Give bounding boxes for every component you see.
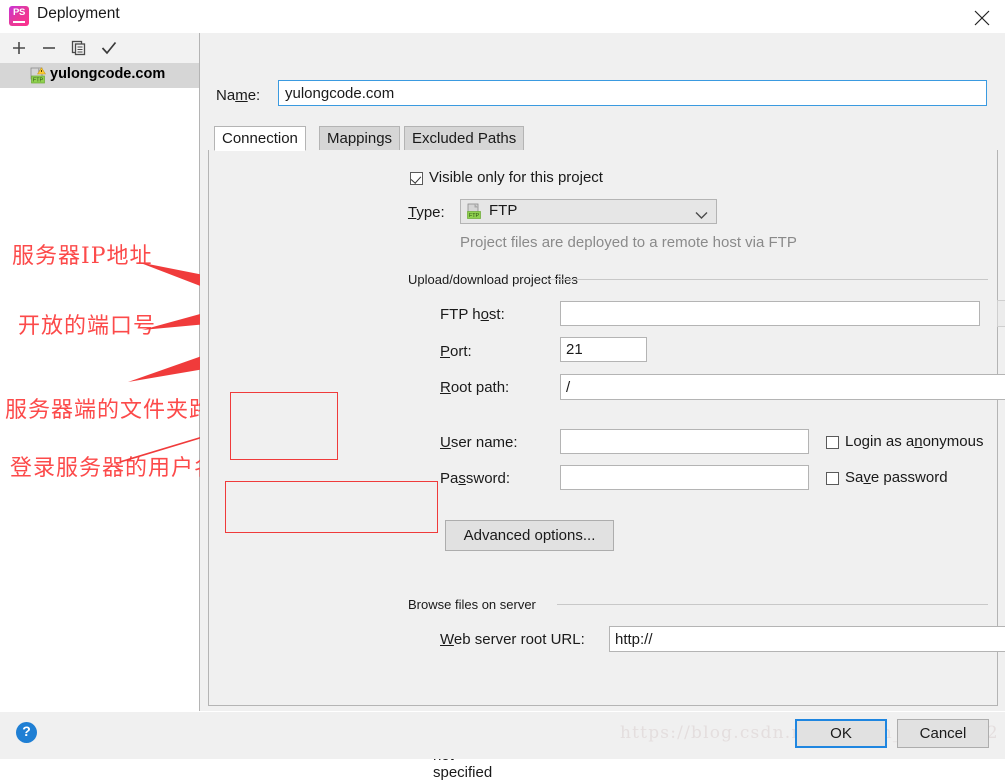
phpstorm-icon: PS — [9, 6, 29, 26]
check-glyph — [101, 41, 117, 55]
svg-text:FTP: FTP — [33, 78, 44, 84]
deployment-settings-panel: Name: Connection Mappings Excluded Paths… — [200, 33, 1005, 781]
plus-glyph — [13, 42, 25, 54]
port-label: Port: — [440, 343, 472, 360]
ftp-warning-icon: FTP — [30, 67, 47, 84]
window-title: Deployment — [37, 5, 120, 22]
user-name-label: User name: — [440, 434, 518, 451]
copy-icon[interactable] — [64, 33, 94, 62]
check-icon[interactable] — [94, 33, 124, 62]
chevron-down-glyph — [695, 212, 708, 219]
name-input[interactable] — [278, 80, 987, 106]
ftp-icon: FTP — [466, 203, 483, 220]
tab-strip: Connection Mappings Excluded Paths — [208, 126, 998, 151]
list-item[interactable]: FTP yulongcode.com — [0, 63, 199, 88]
password-label: Password: — [440, 470, 511, 487]
save-password-checkbox[interactable] — [826, 472, 839, 485]
advanced-options-button[interactable]: Advanced options... — [445, 520, 614, 551]
group-upload-divider — [545, 279, 988, 280]
save-password-label: Save password — [845, 469, 948, 486]
ftp-warning-glyph: FTP — [30, 67, 46, 84]
type-dropdown[interactable]: FTP FTP — [460, 199, 717, 224]
ftp-host-label: FTP host: — [440, 306, 505, 323]
web-server-root-url-input[interactable] — [609, 626, 1005, 652]
close-glyph — [974, 10, 990, 26]
minus-glyph — [43, 47, 55, 49]
cancel-button[interactable]: Cancel — [897, 719, 989, 748]
port-input[interactable] — [560, 337, 647, 362]
minus-icon[interactable] — [34, 33, 64, 62]
login-as-anonymous-checkbox[interactable] — [826, 436, 839, 449]
ok-button[interactable]: OK — [795, 719, 887, 748]
chevron-down-icon — [695, 208, 708, 224]
phpstorm-icon-bar — [13, 20, 25, 23]
svg-text:FTP: FTP — [469, 213, 480, 219]
user-name-input[interactable] — [560, 429, 809, 454]
ftp-glyph: FTP — [467, 203, 481, 219]
type-description: Project files are deployed to a remote h… — [460, 234, 797, 251]
phpstorm-icon-text: PS — [12, 7, 26, 18]
test-ftp-connection-button[interactable]: Test FTP connection... — [997, 300, 1005, 327]
server-list: FTP yulongcode.com — [0, 63, 199, 88]
root-path-input[interactable] — [561, 375, 1005, 399]
title-bar: PS Deployment — [0, 0, 1005, 34]
sidebar-toolbar — [0, 33, 199, 64]
annotation-open-port: 开放的端口号 — [18, 314, 157, 339]
help-icon[interactable]: ? — [16, 722, 37, 743]
login-as-anonymous-label: Login as anonymous — [845, 433, 984, 450]
visible-only-label: Visible only for this project — [429, 169, 603, 186]
server-sidebar: FTP yulongcode.com — [0, 33, 200, 711]
close-icon[interactable] — [959, 0, 1005, 32]
plus-icon[interactable] — [4, 33, 34, 62]
type-value: FTP — [489, 202, 518, 219]
tab-excluded-paths[interactable]: Excluded Paths — [404, 126, 525, 151]
help-icon-glyph: ? — [22, 723, 31, 739]
group-browse-title: Browse files on server — [408, 597, 541, 612]
visible-only-checkbox[interactable] — [410, 172, 423, 185]
root-path-field — [560, 374, 1005, 400]
group-browse-divider — [557, 604, 988, 605]
tab-connection[interactable]: Connection — [214, 126, 306, 151]
annotation-server-ip: 服务器IP地址 — [12, 244, 153, 269]
type-label: Type: — [408, 204, 445, 221]
web-server-root-url-label: Web server root URL: — [440, 631, 585, 648]
password-input[interactable] — [560, 465, 809, 490]
ftp-host-input[interactable] — [560, 301, 980, 326]
copy-glyph — [71, 40, 86, 56]
root-path-label: Root path: — [440, 379, 510, 396]
name-label: Name: — [216, 87, 261, 104]
tab-mappings[interactable]: Mappings — [319, 126, 401, 151]
server-item-label: yulongcode.com — [50, 66, 166, 82]
